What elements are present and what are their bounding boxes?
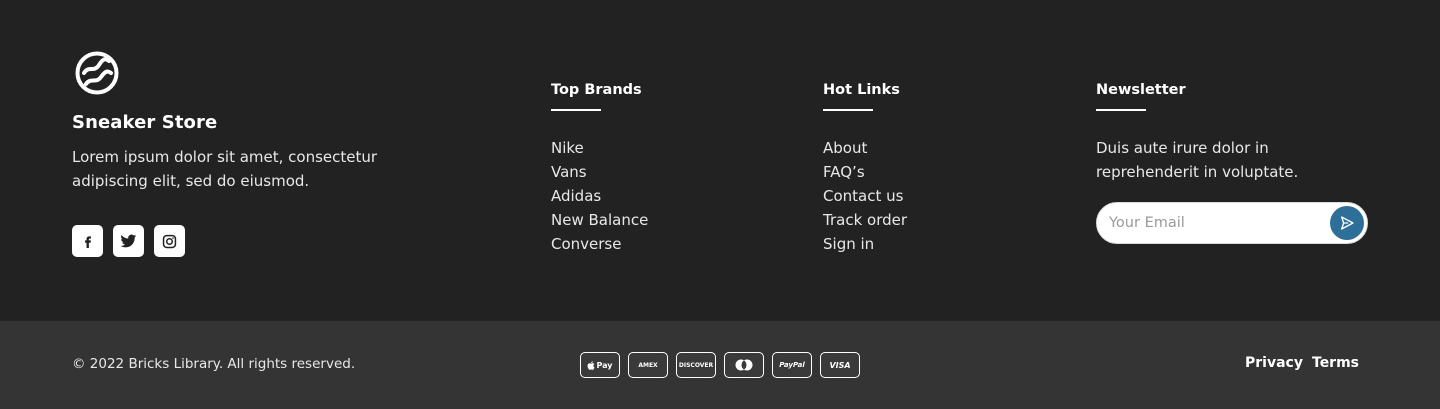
- hot-links-list: About FAQ’s Contact us Track order Sign …: [823, 136, 907, 256]
- facebook-icon: [84, 236, 91, 248]
- brand-link-nike[interactable]: Nike: [551, 136, 648, 160]
- mastercard-icon: [724, 352, 764, 378]
- payment-methods: Pay AMEX DISCOVER PayPal VISA: [580, 352, 860, 378]
- newsletter-title: Newsletter: [1096, 82, 1186, 98]
- send-arrow-icon: [1341, 216, 1354, 230]
- mastercard-circles-icon: [735, 359, 753, 371]
- hot-links-column: Hot Links About FAQ’s Contact us Track o…: [823, 80, 907, 256]
- subscribe-button[interactable]: [1330, 206, 1364, 240]
- brand-link-adidas[interactable]: Adidas: [551, 184, 648, 208]
- link-faqs[interactable]: FAQ’s: [823, 160, 907, 184]
- link-about[interactable]: About: [823, 136, 907, 160]
- hot-links-title: Hot Links: [823, 82, 900, 98]
- top-brands-column: Top Brands Nike Vans Adidas New Balance …: [551, 80, 648, 256]
- title-underline: [1096, 109, 1146, 111]
- brand-link-vans[interactable]: Vans: [551, 160, 648, 184]
- apple-pay-icon: Pay: [580, 352, 620, 378]
- discover-icon: DISCOVER: [676, 352, 716, 378]
- social-links: [72, 225, 185, 257]
- privacy-link[interactable]: Privacy: [1245, 355, 1303, 371]
- footer-bottom-bar: © 2022 Bricks Library. All rights reserv…: [0, 321, 1440, 409]
- brand-description: Lorem ipsum dolor sit amet, consectetur …: [72, 148, 378, 190]
- apple-pay-label: Pay: [596, 360, 613, 370]
- top-brands-title: Top Brands: [551, 82, 642, 98]
- newsletter-description: Duis aute irure dolor in reprehenderit i…: [1096, 139, 1299, 181]
- link-sign-in[interactable]: Sign in: [823, 232, 907, 256]
- newsletter-form: [1096, 202, 1368, 244]
- twitter-button[interactable]: [113, 225, 144, 257]
- email-input[interactable]: [1109, 212, 1319, 234]
- paypal-icon: PayPal: [772, 352, 812, 378]
- apple-logo-icon: [588, 360, 596, 370]
- top-brands-list: Nike Vans Adidas New Balance Converse: [551, 136, 648, 256]
- brand-name: Sneaker Store: [72, 112, 218, 133]
- link-track-order[interactable]: Track order: [823, 208, 907, 232]
- title-underline: [823, 109, 873, 111]
- visa-icon: VISA: [820, 352, 860, 378]
- copyright-text: © 2022 Bricks Library. All rights reserv…: [72, 356, 356, 372]
- newsletter-column: Newsletter Duis aute irure dolor in repr…: [1096, 80, 1371, 244]
- title-underline: [551, 109, 601, 111]
- amex-icon: AMEX: [628, 352, 668, 378]
- wave-circle-icon: [75, 51, 119, 95]
- terms-link[interactable]: Terms: [1312, 355, 1359, 371]
- brand-link-new-balance[interactable]: New Balance: [551, 208, 648, 232]
- instagram-icon: [162, 234, 177, 248]
- link-contact-us[interactable]: Contact us: [823, 184, 907, 208]
- twitter-icon: [120, 234, 137, 247]
- brand-link-converse[interactable]: Converse: [551, 232, 648, 256]
- footer-main: Sneaker Store Lorem ipsum dolor sit amet…: [0, 0, 1440, 321]
- facebook-button[interactable]: [72, 225, 103, 257]
- instagram-button[interactable]: [154, 225, 185, 257]
